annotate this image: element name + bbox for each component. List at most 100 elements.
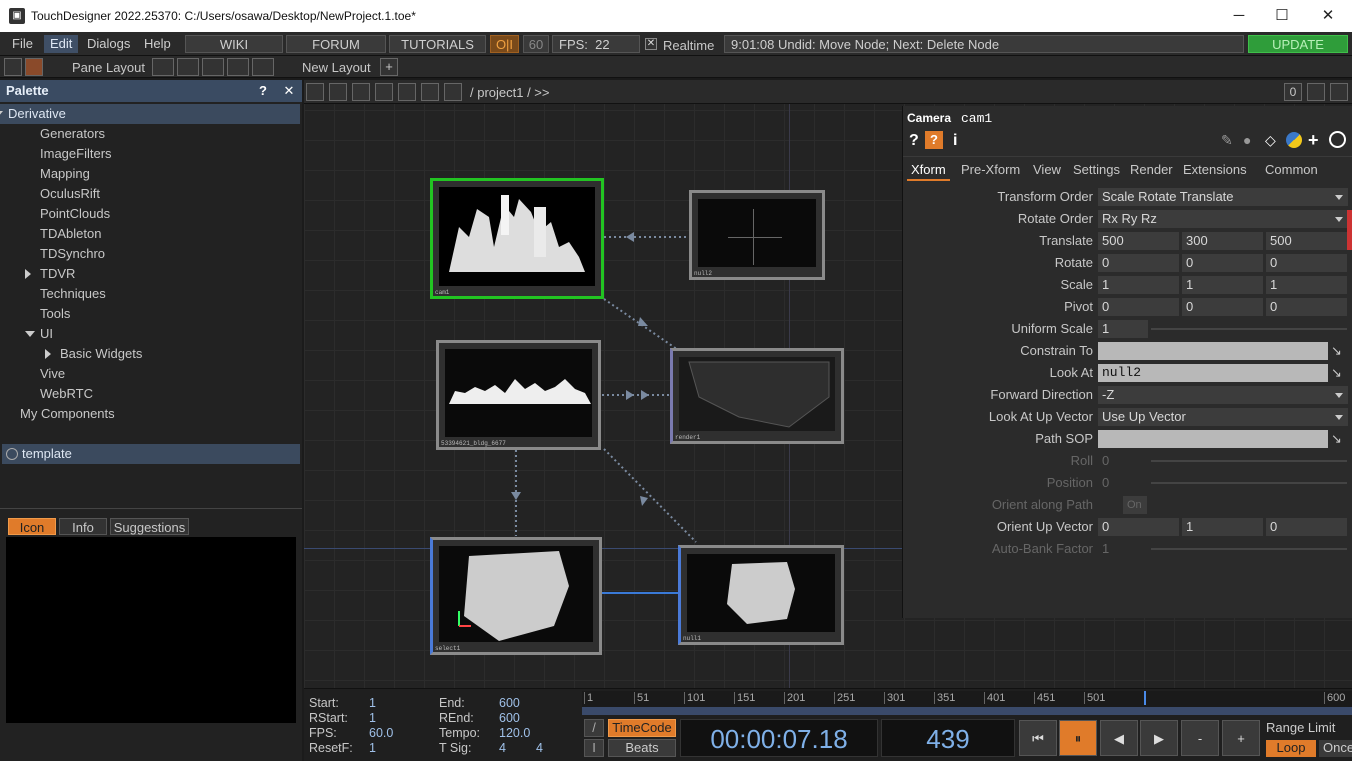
play-forward-button[interactable]: ▶ [1140,720,1178,756]
palette-item-generators[interactable]: Generators [0,124,300,144]
clear-icon[interactable]: ◇ [1265,132,1276,149]
menu-dialogs[interactable]: Dialogs [81,35,136,53]
wiki-button[interactable]: WIKI [185,35,283,53]
palette-item-derivative[interactable]: Derivative [0,104,300,124]
node-bldg[interactable]: 53394621_bldg_6677 [436,340,601,450]
network-path[interactable]: / project1 / >> [470,85,550,100]
param-op-name[interactable]: cam1 [961,111,992,126]
layout-quad-icon[interactable] [252,58,274,76]
param-tab-view[interactable]: View [1029,162,1065,177]
oi-toggle-button[interactable]: O|I [490,35,519,53]
slash-button[interactable]: / [584,719,604,737]
comment-icon[interactable]: ● [1243,132,1251,148]
layout-three-icon[interactable] [227,58,249,76]
param-slider[interactable] [1151,548,1347,550]
forum-button[interactable]: FORUM [286,35,386,53]
param-field[interactable]: 1 [1098,276,1179,294]
param-field[interactable]: 300 [1182,232,1263,250]
param-field[interactable]: 500 [1266,232,1347,250]
timeline-range-bar[interactable] [582,707,1352,715]
layout-hsplit-icon[interactable] [202,58,224,76]
dropdown-arrow-icon[interactable] [1335,415,1343,420]
menu-edit[interactable]: Edit [44,35,79,53]
help-icon[interactable]: ? [909,132,919,150]
frame-display[interactable]: 439 [881,719,1015,757]
end-value[interactable]: 600 [499,696,520,710]
param-field[interactable]: 0 [1098,474,1148,492]
maximize-button[interactable]: ☐ [1270,6,1294,26]
start-value[interactable]: 1 [369,696,376,710]
rewind-button[interactable]: ⏮ [1019,720,1057,756]
palette-item-ui[interactable]: UI [0,324,300,344]
param-field[interactable]: 0 [1098,452,1148,470]
back-icon[interactable] [352,83,370,101]
add-param-icon[interactable]: + [1308,130,1319,151]
info-icon[interactable]: i [953,132,957,150]
dropdown-arrow-icon[interactable] [1335,393,1343,398]
template-row[interactable]: template [2,444,300,464]
palette-item-tdsynchro[interactable]: TDSynchro [0,244,300,264]
param-dropdown[interactable]: -Z [1098,386,1348,404]
param-field[interactable]: 0 [1266,298,1347,316]
step-back-button[interactable]: ◀ [1100,720,1138,756]
tempo-value[interactable]: 120.0 [499,726,530,740]
pane-split-icon[interactable] [4,58,22,76]
add-layout-button[interactable]: + [380,58,398,76]
param-tab-settings[interactable]: Settings [1069,162,1124,177]
collapsed-arrow-icon[interactable] [25,269,31,279]
slow-down-button[interactable]: - [1181,720,1219,756]
dropdown-arrow-icon[interactable] [1335,195,1343,200]
palette-item-webrtc[interactable]: WebRTC [0,384,300,404]
pane-max-icon[interactable] [1307,83,1325,101]
param-field[interactable]: 1 [1098,540,1148,558]
pane-pin-icon[interactable] [1330,83,1348,101]
param-field[interactable]: 0 [1098,518,1179,536]
tsig-value-2[interactable]: 4 [536,741,543,755]
star-icon[interactable] [421,83,439,101]
param-field[interactable]: 0 [1098,254,1179,272]
param-field[interactable] [1098,430,1328,448]
palette-item-mapping[interactable]: Mapping [0,164,300,184]
tab-suggestions[interactable]: Suggestions [110,518,189,535]
lock-icon[interactable] [444,83,462,101]
python-icon[interactable] [1286,132,1302,148]
node-render1[interactable]: render1 [670,348,844,444]
param-tab-pre-xform[interactable]: Pre-Xform [957,162,1024,177]
expanded-arrow-icon[interactable] [0,111,3,117]
home-icon[interactable] [25,58,43,76]
layout-vsplit-icon[interactable] [177,58,199,76]
param-tab-xform[interactable]: Xform [907,162,950,181]
param-slider[interactable] [1151,482,1347,484]
bar-button[interactable]: I [584,739,604,757]
palette-item-techniques[interactable]: Techniques [0,284,300,304]
expanded-arrow-icon[interactable] [25,331,35,337]
param-field[interactable]: 0 [1098,298,1179,316]
loop-button[interactable]: Loop [1266,740,1316,757]
layout-single-icon[interactable] [152,58,174,76]
tab-info[interactable]: Info [59,518,107,535]
drag-target-icon[interactable]: ↘ [1331,365,1342,381]
param-field[interactable]: 0 [1182,298,1263,316]
param-dropdown[interactable]: Use Up Vector [1098,408,1348,426]
param-slider[interactable] [1151,460,1347,462]
minimize-button[interactable]: ─ [1227,6,1251,26]
param-field[interactable]: 0 [1182,254,1263,272]
palette-item-basic-widgets[interactable]: Basic Widgets [0,344,300,364]
menu-file[interactable]: File [6,35,39,53]
dropdown-arrow-icon[interactable] [1335,217,1343,222]
param-slider[interactable] [1151,328,1347,330]
timecode-display[interactable]: 00:00:07.18 [680,719,878,757]
palette-close-button[interactable]: ✕ [278,80,300,102]
palette-item-oculusrift[interactable]: OculusRift [0,184,300,204]
node-null1[interactable]: null1 [678,545,844,645]
param-field[interactable]: 1 [1266,276,1347,294]
timeline-ruler[interactable]: 1 51 101 151 201 251 301 351 401 451 501 600 [582,691,1352,707]
param-field[interactable]: null2 [1098,364,1328,382]
target-icon[interactable] [1329,131,1346,148]
node-cam1[interactable]: cam1 [430,178,604,299]
menu-help[interactable]: Help [138,35,177,53]
palette-item-tools[interactable]: Tools [0,304,300,324]
update-button[interactable]: UPDATE [1248,35,1348,53]
param-field[interactable]: 1 [1098,320,1148,338]
palette-item-tdableton[interactable]: TDAbleton [0,224,300,244]
